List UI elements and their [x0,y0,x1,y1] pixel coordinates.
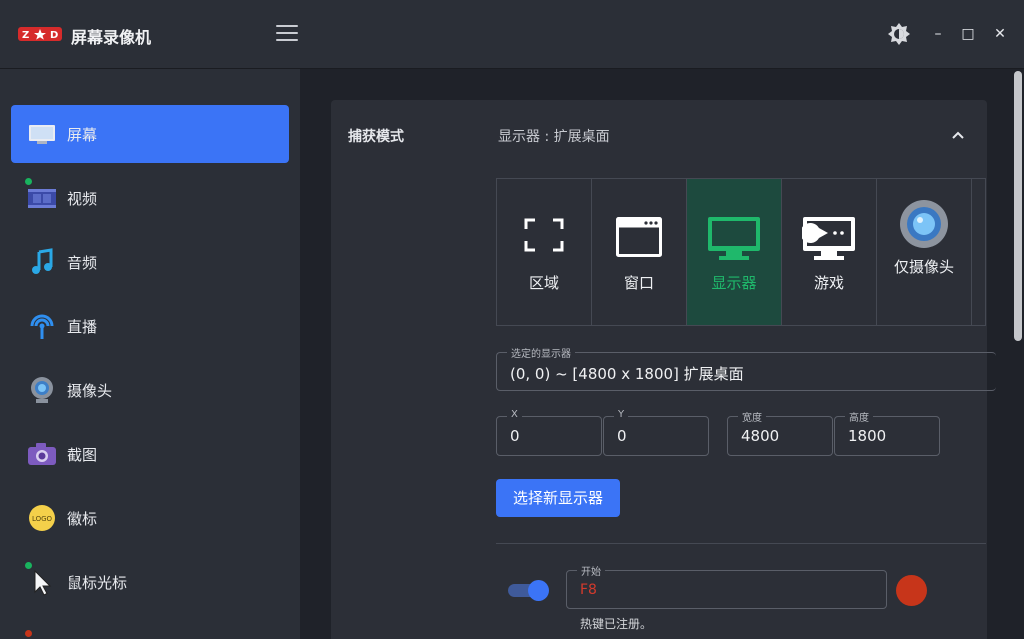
sidebar-item-label: 鼠标光标 [67,572,127,593]
capture-mode-value: 显示器 : 扩展桌面 [498,126,610,146]
camera-icon [27,440,57,468]
chevron-up-icon[interactable] [950,127,966,143]
webcam-only-icon [897,199,951,253]
sidebar-item-screen[interactable]: 屏幕 [11,105,289,163]
svg-text:LOGO: LOGO [32,515,53,523]
x-field[interactable]: X 0 [496,416,602,456]
field-value: 0 [510,427,520,445]
mode-label: 显示器 [687,271,781,295]
y-field[interactable]: Y 0 [603,416,709,456]
sidebar-item-label: 徽标 [67,508,97,529]
field-legend: 宽度 [738,409,766,424]
region-select-icon [521,217,567,253]
music-note-icon [27,248,57,276]
window-icon [616,217,662,257]
field-legend: X [507,409,522,420]
hotkey-toggle[interactable] [508,580,548,600]
field-value: F8 [580,582,597,598]
sidebar-item-audio[interactable]: 音频 [11,233,289,291]
scrollbar[interactable] [1012,69,1024,639]
maximize-button[interactable]: □ [958,24,978,44]
svg-text:Z: Z [22,30,29,41]
sidebar-item-screenshot[interactable]: 截图 [11,425,289,483]
mode-label: 仅摄像头 [877,255,971,279]
sidebar-item-label: 音频 [67,252,97,273]
game-icon [802,217,856,261]
film-icon [27,184,57,212]
field-value: (0, 0) ~ [4800 x 1800] 扩展桌面 [510,363,744,384]
field-value: 4800 [741,427,779,445]
capture-mode-grid: 区域 窗口 显示器 游戏 [496,178,986,326]
select-display-button[interactable]: 选择新显示器 [496,479,620,517]
field-value: 1800 [848,427,886,445]
cursor-icon [27,568,57,596]
mode-tile-window[interactable]: 窗口 [592,179,687,325]
sidebar-item-webcam[interactable]: 摄像头 [11,361,289,419]
mode-tile-game[interactable]: 游戏 [782,179,877,325]
app-title: 屏幕录像机 [71,24,151,48]
hotkey-status-text: 热键已注册。 [580,615,652,632]
sidebar-item-logo[interactable]: LOGO 徽标 [11,489,289,547]
mode-label: 区域 [497,271,591,295]
mode-label: 游戏 [782,271,876,295]
svg-text:D: D [50,30,58,41]
sidebar-item-partial [25,627,37,639]
sidebar-item-video[interactable]: 视频 [11,169,289,227]
broadcast-antenna-icon [27,312,57,340]
sidebar-item-label: 屏幕 [67,124,97,145]
divider [496,543,986,544]
minimize-button[interactable]: – [928,24,948,44]
hotkey-start-field[interactable]: 开始 F8 [566,570,887,609]
monitor-icon [27,120,57,148]
sidebar-item-label: 摄像头 [67,380,112,401]
sidebar-item-label: 直播 [67,316,97,337]
field-legend: Y [614,409,628,420]
logo-badge-icon: LOGO [27,504,57,532]
theme-toggle-icon[interactable] [887,22,911,46]
title-bar: Z D 屏幕录像机 – □ ✕ [0,0,1024,69]
sidebar-item-label: 截图 [67,444,97,465]
app-logo-icon: Z D [18,26,62,42]
field-legend: 高度 [845,409,873,424]
menu-icon[interactable] [276,25,298,43]
capture-mode-label: 捕获模式 [348,126,404,146]
field-legend: 选定的显示器 [507,345,575,360]
mode-tile-region[interactable]: 区域 [497,179,592,325]
width-field[interactable]: 宽度 4800 [727,416,833,456]
field-value: 0 [617,427,627,445]
selected-display-field[interactable]: 选定的显示器 (0, 0) ~ [4800 x 1800] 扩展桌面 [496,352,996,391]
mode-tile-overflow [972,179,986,325]
height-field[interactable]: 高度 1800 [834,416,940,456]
webcam-icon [27,376,57,404]
mode-tile-webcam-only[interactable]: 仅摄像头 [877,179,972,325]
sidebar-item-label: 视频 [67,188,97,209]
mode-label: 窗口 [592,271,686,295]
mode-tile-display[interactable]: 显示器 [687,179,782,325]
record-icon [896,575,927,606]
field-legend: 开始 [577,563,605,578]
sidebar-item-cursor[interactable]: 鼠标光标 [11,553,289,611]
display-icon [707,217,761,261]
sidebar-item-live[interactable]: 直播 [11,297,289,355]
sidebar: 屏幕 视频 音频 直播 [0,69,300,639]
close-button[interactable]: ✕ [990,24,1010,44]
